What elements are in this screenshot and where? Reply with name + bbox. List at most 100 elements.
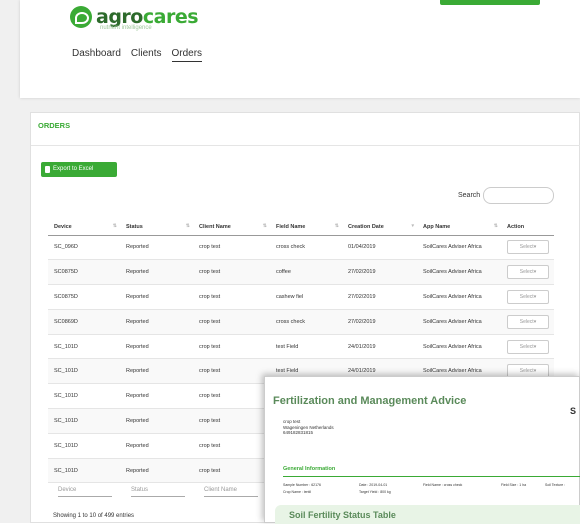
table-cell: cashew fiel — [270, 284, 342, 310]
table-row[interactable]: SC_101D Reported crop test test Field 24/01/… — [48, 334, 554, 360]
header-accent-bar — [440, 0, 540, 5]
soil-fertility-section: Soil Fertility Status Table — [275, 505, 580, 524]
table-cell: crop test — [193, 458, 270, 484]
nav-dashboard[interactable]: Dashboard — [72, 48, 121, 62]
leaf-logo-icon — [70, 6, 92, 28]
table-cell: crop test — [193, 334, 270, 360]
table-cell: Reported — [120, 358, 193, 385]
table-cell: SC0875D — [48, 259, 120, 286]
entries-info: Showing 1 to 10 of 499 entries — [53, 513, 135, 519]
table-cell: crop test — [193, 383, 270, 410]
report-date: Date : 2019-04-01 — [359, 483, 388, 487]
table-cell: crop test — [193, 259, 270, 286]
table-cell: SoilCares Adviser Africa — [417, 334, 501, 360]
col-status[interactable]: Status ⇅ — [120, 219, 193, 236]
col-label: Device — [54, 223, 72, 230]
select-dropdown[interactable]: Select▾ — [507, 240, 549, 255]
table-cell: coffee — [270, 259, 342, 286]
col-label: Action — [507, 223, 525, 230]
table-cell: Reported — [120, 235, 193, 261]
table-cell: SoilCares Adviser Africa — [417, 235, 501, 261]
table-cell: 01/04/2019 — [342, 235, 417, 261]
table-cell: SoilCares Adviser Africa — [417, 259, 501, 286]
panel-divider — [31, 145, 580, 146]
soil-texture: Soil Texture : — [545, 483, 566, 487]
table-cell: SC_101D — [48, 408, 120, 434]
soil-fertility-title: Soil Fertility Status Table — [289, 510, 396, 520]
select-dropdown[interactable]: Select▾ — [507, 314, 549, 329]
col-action: Action — [501, 219, 554, 236]
select-dropdown[interactable]: Select▾ — [507, 265, 549, 280]
sort-icon: ⇅ — [262, 223, 267, 229]
action-cell: Select▾ — [501, 235, 554, 261]
table-cell: Reported — [120, 309, 193, 335]
table-cell: SC_101D — [48, 433, 120, 459]
table-cell: crop test — [193, 358, 270, 385]
select-dropdown[interactable]: Select▾ — [507, 339, 549, 354]
report-preview: Fertilization and Management Advice S cr… — [264, 376, 580, 524]
col-label: Status — [126, 223, 143, 230]
table-cell: Reported — [120, 259, 193, 286]
table-row[interactable]: SC0869D Reported crop test cross check 27/02… — [48, 309, 554, 335]
table-cell: 27/02/2019 — [342, 309, 417, 335]
search-input[interactable] — [483, 187, 554, 204]
table-cell: SC_101D — [48, 358, 120, 385]
sort-icon: ⇅ — [334, 223, 339, 229]
table-cell: SoilCares Adviser Africa — [417, 284, 501, 310]
field-name: Field Name : cross check — [423, 483, 463, 487]
col-label: Field Name — [276, 223, 306, 230]
panel-title: ORDERS — [38, 121, 71, 130]
filter-status[interactable]: Status — [131, 487, 185, 497]
table-cell: SC_101D — [48, 334, 120, 360]
col-creation-date[interactable]: Creation Date ▾ — [342, 219, 417, 236]
col-field-name[interactable]: Field Name ⇅ — [270, 219, 342, 236]
table-cell: crop test — [193, 433, 270, 459]
action-cell: Select▾ — [501, 284, 554, 310]
table-cell: Reported — [120, 383, 193, 410]
general-info-heading: General Information — [283, 466, 336, 472]
sort-icon: ⇅ — [493, 223, 498, 229]
report-divider — [283, 476, 580, 477]
sort-desc-icon: ▾ — [411, 223, 414, 229]
col-device[interactable]: Device ⇅ — [48, 219, 120, 236]
table-cell: Reported — [120, 284, 193, 310]
main-nav: Dashboard Clients Orders — [72, 48, 203, 62]
export-excel-button[interactable]: Export to Excel — [41, 162, 117, 177]
col-client-name[interactable]: Client Name ⇅ — [193, 219, 270, 236]
table-cell: crop test — [193, 284, 270, 310]
report-title: Fertilization and Management Advice — [273, 395, 467, 407]
action-cell: Select▾ — [501, 259, 554, 286]
col-app-name[interactable]: App Name ⇅ — [417, 219, 501, 236]
select-dropdown[interactable]: Select▾ — [507, 289, 549, 304]
table-cell: SC_096D — [48, 235, 120, 261]
report-address: crop test Wageningen Netherlands 6491828… — [283, 419, 334, 436]
target-yield: Target Yield : 800 kg — [359, 490, 391, 494]
table-row[interactable]: SC_096D Reported crop test cross check 01/04… — [48, 235, 554, 261]
nav-clients[interactable]: Clients — [131, 48, 162, 62]
filter-device[interactable]: Device — [58, 487, 112, 497]
table-cell: Reported — [120, 433, 193, 459]
table-cell: test Field — [270, 334, 342, 360]
table-cell: cross check — [270, 235, 342, 261]
table-cell: SC0869D — [48, 309, 120, 335]
table-row[interactable]: SC0875D Reported crop test cashew fiel 27/02… — [48, 284, 554, 310]
table-cell: SoilCares Adviser Africa — [417, 309, 501, 335]
table-cell: Reported — [120, 334, 193, 360]
sample-number: Sample Number : 62176 — [283, 483, 321, 487]
filter-client-name[interactable]: Client Name — [204, 487, 258, 497]
search-label: Search — [458, 192, 481, 199]
sort-icon: ⇅ — [112, 223, 117, 229]
table-cell: SC_101D — [48, 383, 120, 410]
col-label: Client Name — [199, 223, 231, 230]
table-cell: Reported — [120, 408, 193, 434]
nav-orders[interactable]: Orders — [171, 48, 203, 62]
brand-tagline: nutrient intelligence — [100, 25, 152, 31]
export-label: Export to Excel — [53, 166, 94, 172]
table-cell: SC0875D — [48, 284, 120, 310]
col-label: App Name — [423, 223, 451, 230]
table-cell: crop test — [193, 235, 270, 261]
table-cell: crop test — [193, 408, 270, 434]
table-cell: 27/02/2019 — [342, 284, 417, 310]
table-row[interactable]: SC0875D Reported crop test coffee 27/02/2019… — [48, 259, 554, 286]
sort-icon: ⇅ — [185, 223, 190, 229]
